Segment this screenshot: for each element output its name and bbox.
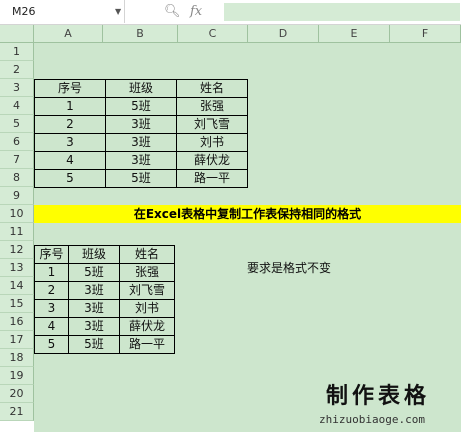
table-cell[interactable]: 路一平 — [176, 169, 248, 188]
row-header-10[interactable]: 10 — [0, 205, 34, 223]
table-row: 3 3班 刘书 — [34, 133, 248, 152]
table-cell[interactable]: 4 — [34, 151, 106, 170]
table-cell[interactable]: 3 — [34, 133, 106, 152]
fx-icon[interactable]: fx — [190, 0, 202, 23]
table-cell[interactable]: 5班 — [105, 97, 177, 116]
table-copy: 序号 班级 姓名 1 5班 张强 2 3班 刘飞雪 3 3班 刘书 4 3班 薛伏龙 5 5班 路一平 — [34, 245, 175, 354]
formula-input[interactable] — [224, 3, 460, 21]
table-cell[interactable]: 刘书 — [176, 133, 248, 152]
name-box[interactable]: M26 ▼ — [0, 0, 125, 23]
table-row: 5 5班 路一平 — [34, 169, 248, 188]
table-row: 5 5班 路一平 — [34, 335, 175, 354]
row-header-6[interactable]: 6 — [0, 133, 34, 151]
chevron-down-icon[interactable]: ▼ — [115, 0, 121, 23]
row-header-19[interactable]: 19 — [0, 367, 34, 385]
table-cell[interactable]: 5班 — [105, 169, 177, 188]
watermark-url: zhizuobiaoge.com — [319, 413, 425, 426]
row-header-1[interactable]: 1 — [0, 43, 34, 61]
table-row: 4 3班 薛伏龙 — [34, 151, 248, 170]
table-cell[interactable]: 5 — [34, 335, 69, 354]
watermark-logo: 制作表格 — [326, 383, 431, 409]
table-header-row: 序号 班级 姓名 — [34, 245, 175, 264]
row-header-14[interactable]: 14 — [0, 277, 34, 295]
column-header-c[interactable]: C — [178, 25, 248, 43]
table-row: 2 3班 刘飞雪 — [34, 115, 248, 134]
header-cell[interactable]: 姓名 — [119, 245, 175, 264]
table-cell[interactable]: 张强 — [119, 263, 175, 282]
row-header-20[interactable]: 20 — [0, 385, 34, 403]
table-cell[interactable]: 3班 — [105, 151, 177, 170]
table-cell[interactable]: 1 — [34, 97, 106, 116]
row-header-4[interactable]: 4 — [0, 97, 34, 115]
column-header-b[interactable]: B — [103, 25, 178, 43]
header-cell[interactable]: 班级 — [68, 245, 120, 264]
row-header-15[interactable]: 15 — [0, 295, 34, 313]
header-cell[interactable]: 姓名 — [176, 79, 248, 98]
table-row: 3 3班 刘书 — [34, 299, 175, 318]
row-header-5[interactable]: 5 — [0, 115, 34, 133]
header-cell[interactable]: 序号 — [34, 79, 106, 98]
table-cell[interactable]: 3班 — [105, 133, 177, 152]
row-header-17[interactable]: 17 — [0, 331, 34, 349]
table-cell[interactable]: 薛伏龙 — [119, 317, 175, 336]
title-banner[interactable]: 在Excel表格中复制工作表保持相同的格式 — [34, 205, 461, 223]
row-header-9[interactable]: 9 — [0, 187, 34, 205]
note-text[interactable]: 要求是格式不变 — [247, 259, 331, 276]
table-cell[interactable]: 2 — [34, 281, 69, 300]
table-cell[interactable]: 路一平 — [119, 335, 175, 354]
table-original: 序号 班级 姓名 1 5班 张强 2 3班 刘飞雪 3 3班 刘书 4 3班 薛伏龙 5 5班 路一平 — [34, 79, 248, 188]
header-cell[interactable]: 班级 — [105, 79, 177, 98]
table-cell[interactable]: 3班 — [68, 299, 120, 318]
header-cell[interactable]: 序号 — [34, 245, 69, 264]
table-cell[interactable]: 张强 — [176, 97, 248, 116]
table-cell[interactable]: 3班 — [105, 115, 177, 134]
table-cell[interactable]: 刘飞雪 — [119, 281, 175, 300]
table-row: 1 5班 张强 — [34, 263, 175, 282]
column-header-d[interactable]: D — [248, 25, 319, 43]
table-cell[interactable]: 2 — [34, 115, 106, 134]
table-cell[interactable]: 5班 — [68, 263, 120, 282]
name-box-value: M26 — [12, 5, 36, 18]
table-cell[interactable]: 刘飞雪 — [176, 115, 248, 134]
row-header-21[interactable]: 21 — [0, 403, 34, 421]
select-all-corner[interactable] — [0, 25, 34, 43]
table-cell[interactable]: 3班 — [68, 317, 120, 336]
column-header-a[interactable]: A — [34, 25, 103, 43]
table-cell[interactable]: 刘书 — [119, 299, 175, 318]
table-row: 4 3班 薛伏龙 — [34, 317, 175, 336]
row-header-13[interactable]: 13 — [0, 259, 34, 277]
row-header-11[interactable]: 11 — [0, 223, 34, 241]
formula-tools: 🔍︎ fx — [150, 0, 222, 23]
table-row: 2 3班 刘飞雪 — [34, 281, 175, 300]
table-cell[interactable]: 5班 — [68, 335, 120, 354]
row-header-16[interactable]: 16 — [0, 313, 34, 331]
row-header-8[interactable]: 8 — [0, 169, 34, 187]
table-cell[interactable]: 1 — [34, 263, 69, 282]
magnify-icon[interactable]: 🔍︎ — [164, 0, 181, 23]
table-cell[interactable]: 薛伏龙 — [176, 151, 248, 170]
row-header-18[interactable]: 18 — [0, 349, 34, 367]
formula-toolbar: M26 ▼ 🔍︎ fx — [0, 0, 461, 25]
column-header-f[interactable]: F — [390, 25, 461, 43]
table-row: 1 5班 张强 — [34, 97, 248, 116]
table-cell[interactable]: 4 — [34, 317, 69, 336]
table-header-row: 序号 班级 姓名 — [34, 79, 248, 98]
row-header-3[interactable]: 3 — [0, 79, 34, 97]
row-header-2[interactable]: 2 — [0, 61, 34, 79]
row-header-7[interactable]: 7 — [0, 151, 34, 169]
column-header-e[interactable]: E — [319, 25, 390, 43]
table-cell[interactable]: 3班 — [68, 281, 120, 300]
table-cell[interactable]: 5 — [34, 169, 106, 188]
table-cell[interactable]: 3 — [34, 299, 69, 318]
row-header-12[interactable]: 12 — [0, 241, 34, 259]
